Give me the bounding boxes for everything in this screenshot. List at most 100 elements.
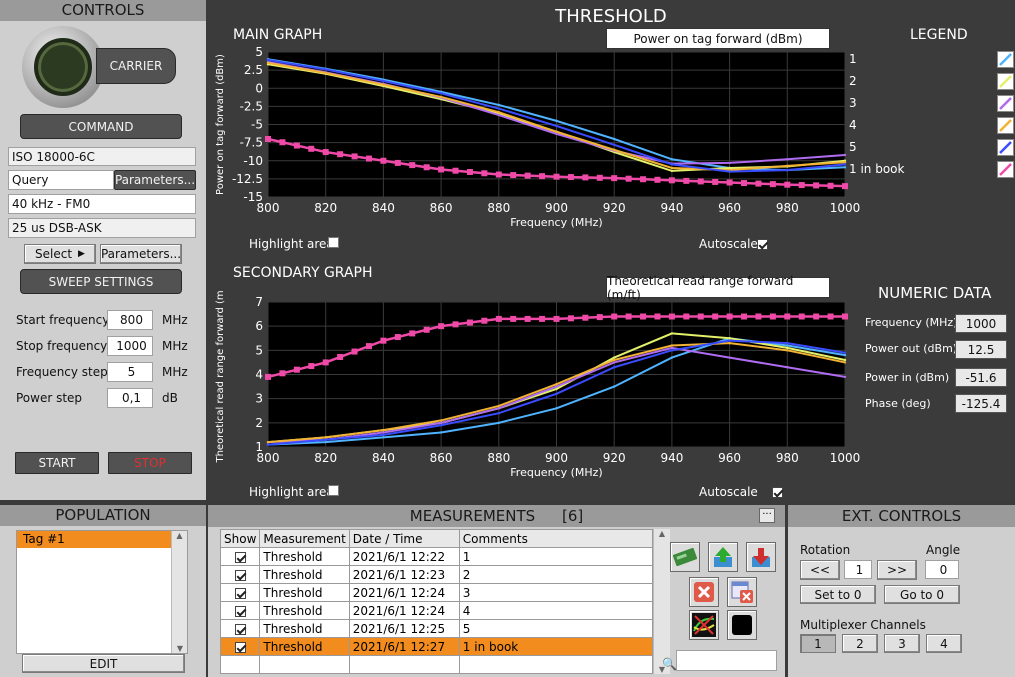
- scroll-down-icon[interactable]: ▼: [172, 644, 188, 653]
- table-row[interactable]: Threshold 2021/6/1 12:27 1 in book: [219, 637, 654, 656]
- show-checkbox[interactable]: [234, 623, 246, 635]
- stop-record-button[interactable]: [727, 610, 757, 640]
- main-series-6-point: [524, 172, 531, 179]
- hide-curves-button[interactable]: [689, 610, 719, 640]
- legend-swatch-2[interactable]: [997, 73, 1014, 90]
- command-button[interactable]: COMMAND: [20, 114, 182, 139]
- link-field[interactable]: 40 kHz - FM0: [8, 194, 196, 214]
- scroll-up-icon[interactable]: ▲: [172, 531, 187, 540]
- sweep-settings-button[interactable]: SWEEP SETTINGS: [20, 269, 182, 294]
- show-cell[interactable]: [219, 583, 261, 602]
- legend-swatch-3[interactable]: [997, 95, 1014, 112]
- channel-4-button[interactable]: 4: [926, 634, 962, 653]
- table-row[interactable]: Threshold 2021/6/1 12:23 2: [219, 565, 654, 584]
- show-checkbox[interactable]: [234, 605, 246, 617]
- show-cell[interactable]: [219, 601, 261, 620]
- delete-all-button[interactable]: [727, 577, 757, 607]
- secondary-y-tick-label: 7: [255, 295, 263, 309]
- population-scrollbar[interactable]: ▲ ▼: [171, 531, 187, 653]
- column-show[interactable]: Show: [219, 529, 261, 548]
- channel-3-button[interactable]: 3: [884, 634, 920, 653]
- carrier-button[interactable]: CARRIER: [96, 48, 176, 84]
- population-item-tag-1[interactable]: Tag #1: [17, 531, 171, 548]
- rotation-next-button[interactable]: >>: [877, 560, 917, 580]
- main-series-6-point: [279, 139, 286, 146]
- main-series-6-point: [510, 172, 517, 179]
- angle-value[interactable]: 0: [925, 560, 959, 579]
- secondary-series-2-point: [786, 346, 789, 350]
- population-list[interactable]: Tag #1 ▲ ▼: [16, 530, 188, 654]
- select-button[interactable]: Select ▶: [24, 244, 96, 264]
- stop-button[interactable]: STOP: [108, 452, 192, 474]
- table-row[interactable]: Threshold 2021/6/1 12:25 5: [219, 619, 654, 638]
- main-series-5-point: [266, 58, 270, 62]
- main-autoscale-checkbox[interactable]: [757, 239, 768, 250]
- download-button[interactable]: [746, 542, 776, 572]
- show-cell[interactable]: [219, 565, 261, 584]
- table-row[interactable]: Threshold 2021/6/1 12:22 1: [219, 547, 654, 566]
- legend-swatch-1[interactable]: [997, 51, 1014, 68]
- column-date-time[interactable]: Date / Time: [348, 529, 460, 548]
- main-highlight-checkbox[interactable]: [328, 237, 339, 248]
- select-parameters-button[interactable]: Parameters...: [100, 244, 182, 264]
- column-measurement[interactable]: Measurement: [259, 529, 350, 548]
- main-chart[interactable]: 52.50-2.5-5-7.5-10-12.5-15800 820 840 860 88…: [207, 40, 867, 240]
- rotation-value[interactable]: 1: [844, 560, 872, 579]
- show-cell[interactable]: [219, 619, 261, 638]
- go-to-zero-button[interactable]: Go to 0: [884, 585, 960, 604]
- carrier-knob[interactable]: [22, 26, 104, 108]
- show-checkbox[interactable]: [234, 641, 246, 653]
- show-checkbox[interactable]: [234, 551, 246, 563]
- channel-2-button[interactable]: 2: [842, 634, 878, 653]
- start-frequency-input[interactable]: 800: [107, 310, 153, 330]
- edit-button[interactable]: EDIT: [22, 654, 185, 673]
- legend-swatch-4[interactable]: [997, 117, 1014, 134]
- secondary-series-6-point: [712, 313, 719, 320]
- show-checkbox[interactable]: [234, 587, 246, 599]
- secondary-series-3-point: [786, 366, 789, 369]
- export-button[interactable]: [670, 542, 700, 572]
- measurements-menu-button[interactable]: ···: [759, 508, 775, 523]
- legend-swatch-5[interactable]: [997, 139, 1014, 156]
- power-in-label: Power in (dBm): [865, 371, 950, 384]
- rotation-prev-button[interactable]: <<: [800, 560, 840, 580]
- measurements-scrollbar[interactable]: ▲ ▼: [653, 529, 670, 674]
- scroll-up-icon[interactable]: ▲: [654, 529, 670, 538]
- show-cell[interactable]: [219, 547, 261, 566]
- modulation-field[interactable]: 25 us DSB-ASK: [8, 218, 196, 238]
- start-button[interactable]: START: [15, 452, 99, 474]
- secondary-highlight-checkbox[interactable]: [328, 485, 339, 496]
- measurements-search-input[interactable]: [676, 650, 777, 671]
- main-series-6-point: [654, 176, 661, 183]
- main-series-1-point: [613, 137, 616, 141]
- frequency-step-input[interactable]: 5: [107, 362, 153, 382]
- protocol-field[interactable]: ISO 18000-6C: [8, 147, 196, 166]
- secondary-chart[interactable]: 7654321800 820 840 860 880 900 920 940 960 980 100…: [207, 290, 867, 490]
- show-cell[interactable]: [219, 637, 261, 656]
- secondary-series-2-point: [843, 358, 847, 362]
- secondary-series-6-point: [351, 348, 358, 355]
- table-row[interactable]: Threshold 2021/6/1 12:24 4: [219, 601, 654, 620]
- secondary-series-6-point: [654, 313, 661, 320]
- threshold-title: THRESHOLD: [555, 6, 667, 27]
- table-row[interactable]: Threshold 2021/6/1 12:24 3: [219, 583, 654, 602]
- secondary-series-4-point: [843, 361, 847, 364]
- main-series-6-point: [596, 174, 603, 181]
- secondary-series-5-point: [324, 438, 327, 441]
- query-field[interactable]: Query: [8, 170, 114, 190]
- column-comments[interactable]: Comments: [458, 529, 654, 548]
- stop-frequency-input[interactable]: 1000: [107, 336, 153, 356]
- secondary-series-6-point: [668, 313, 675, 320]
- legend-swatch-6[interactable]: [997, 161, 1014, 178]
- delete-button[interactable]: [689, 577, 719, 607]
- channel-1-button[interactable]: 1: [800, 634, 836, 653]
- command-parameters-button[interactable]: Parameters...: [114, 170, 196, 190]
- secondary-highlight-label: Highlight area: [249, 485, 334, 499]
- power-step-input[interactable]: 0,1: [107, 388, 153, 408]
- secondary-series-2-point: [728, 337, 731, 340]
- secondary-autoscale-checkbox[interactable]: [771, 487, 783, 498]
- legend-swatches: [997, 50, 1015, 180]
- upload-button[interactable]: [708, 542, 738, 572]
- show-checkbox[interactable]: [234, 569, 246, 581]
- set-to-zero-button[interactable]: Set to 0: [800, 585, 876, 604]
